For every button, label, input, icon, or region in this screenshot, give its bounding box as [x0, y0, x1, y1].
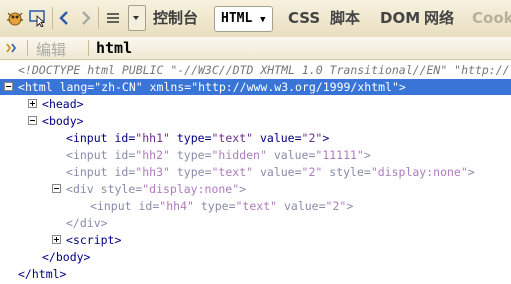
- attr-value[interactable]: "display:none": [371, 165, 468, 179]
- attr-name: id: [114, 131, 129, 145]
- attr-name: xmlns: [149, 80, 185, 94]
- doctype-line: <!DOCTYPE html PUBLIC "-//W3C//DTD XHTML…: [18, 62, 510, 78]
- closing-tag: </div>: [66, 216, 108, 230]
- expand-icon[interactable]: [52, 235, 61, 244]
- tree-node-body[interactable]: <body>: [0, 113, 511, 129]
- attr-value[interactable]: "http://www.w3.org/1999/xhtml": [191, 80, 399, 94]
- attr-name: type: [200, 199, 229, 213]
- tag-name: input: [72, 148, 108, 162]
- toolbar-separator: [98, 7, 99, 29]
- attr-name: style: [329, 165, 364, 179]
- tab-cookies[interactable]: Cook: [472, 6, 511, 30]
- attr-value[interactable]: "hh2": [135, 148, 170, 162]
- attr-name: type: [176, 131, 205, 145]
- attr-value[interactable]: "hidden": [212, 148, 267, 162]
- attr-name: lang: [59, 80, 88, 94]
- back-icon[interactable]: [56, 6, 72, 30]
- attr-value[interactable]: "2": [326, 199, 347, 213]
- tag-name: html: [24, 80, 53, 94]
- tree-node-head[interactable]: <head>: [0, 96, 511, 112]
- edit-button[interactable]: 编辑: [36, 39, 66, 60]
- attr-name: type: [176, 165, 205, 179]
- closing-tag: </body>: [42, 250, 91, 264]
- tag-name: input: [72, 165, 108, 179]
- tree-node-div-close: </div>: [66, 215, 108, 231]
- tab-html[interactable]: HTML ▼: [214, 6, 273, 32]
- attr-value[interactable]: "text": [236, 199, 278, 213]
- attr-value[interactable]: "11111": [315, 148, 363, 162]
- tree-node-input[interactable]: <input id="hh4" type="text" value="2">: [90, 198, 353, 214]
- firebug-icon[interactable]: [4, 6, 26, 30]
- dropdown-icon: [133, 16, 139, 20]
- tag-name: div: [72, 182, 94, 196]
- collapse-icon[interactable]: [28, 116, 37, 125]
- tag-name: body: [48, 114, 77, 128]
- attr-value[interactable]: "display:none": [142, 182, 239, 196]
- tag-name: input: [72, 131, 108, 145]
- menu-icon[interactable]: [104, 6, 122, 30]
- expand-icon[interactable]: [28, 99, 37, 108]
- doctype-text: <!DOCTYPE html PUBLIC "-//W3C//DTD XHTML…: [18, 63, 510, 77]
- node-html-open: <html lang="zh-CN" xmlns="http://www.w3.…: [18, 80, 406, 94]
- attr-value[interactable]: "hh3": [135, 165, 170, 179]
- firebug-toolbar: 控制台 HTML ▼ CSS 脚本 DOM 网络 Cook: [0, 0, 511, 38]
- attr-value[interactable]: "2": [302, 165, 323, 179]
- tree-node-input[interactable]: <input id="hh1" type="text" value="2">: [66, 130, 329, 146]
- attr-value[interactable]: "zh-CN": [94, 80, 142, 94]
- tree-node-body-close: </body>: [42, 249, 90, 265]
- collapse-icon[interactable]: [4, 82, 13, 91]
- attr-name: id: [114, 165, 129, 179]
- closing-tag: </html>: [18, 267, 67, 281]
- attr-name: value: [273, 148, 309, 162]
- tree-node-div[interactable]: <div style="display:none">: [0, 181, 511, 197]
- inspect-icon[interactable]: [27, 6, 49, 30]
- breadcrumb-html[interactable]: html: [96, 39, 132, 57]
- forward-icon[interactable]: [78, 6, 94, 30]
- tab-css[interactable]: CSS: [288, 6, 320, 30]
- attr-name: value: [259, 165, 295, 179]
- chevron-down-icon[interactable]: ▼: [260, 15, 265, 25]
- attr-name: id: [114, 148, 129, 162]
- collapse-icon[interactable]: [52, 184, 61, 193]
- tag-name: script: [72, 233, 115, 247]
- attr-name: value: [283, 199, 319, 213]
- tab-dom[interactable]: DOM: [380, 6, 420, 30]
- toolbar-separator: [52, 7, 53, 29]
- tree-node-script[interactable]: <script>: [0, 232, 511, 248]
- tree-node-html[interactable]: <html lang="zh-CN" xmlns="http://www.w3.…: [0, 79, 511, 95]
- html-panel-toolbar: 编辑 html: [0, 37, 511, 60]
- attr-name: style: [100, 182, 136, 196]
- tree-node-input[interactable]: <input id="hh3" type="text" value="2" st…: [66, 164, 475, 180]
- tab-html-label: HTML: [221, 11, 253, 26]
- attr-name: value: [259, 131, 295, 145]
- attr-value[interactable]: "text": [212, 165, 254, 179]
- toolbar-divider: [88, 40, 89, 56]
- tag-name: head: [48, 97, 77, 111]
- attr-value[interactable]: "hh1": [135, 131, 170, 145]
- tab-script[interactable]: 脚本: [330, 6, 360, 30]
- tab-net[interactable]: 网络: [424, 6, 454, 30]
- attr-value[interactable]: "2": [302, 131, 323, 145]
- expand-toggle-icon[interactable]: [4, 39, 22, 57]
- tag-name: input: [96, 199, 132, 213]
- toolbar-divider: [27, 40, 28, 56]
- attr-value[interactable]: "text": [212, 131, 254, 145]
- tab-console[interactable]: 控制台: [153, 6, 198, 30]
- tree-node-html-close: </html>: [18, 266, 66, 282]
- attr-value[interactable]: "hh4": [159, 199, 194, 213]
- tree-node-input[interactable]: <input id="hh2" type="hidden" value="111…: [66, 147, 371, 163]
- attr-name: id: [138, 199, 153, 213]
- attr-name: type: [176, 148, 205, 162]
- dropdown-button[interactable]: [128, 5, 146, 31]
